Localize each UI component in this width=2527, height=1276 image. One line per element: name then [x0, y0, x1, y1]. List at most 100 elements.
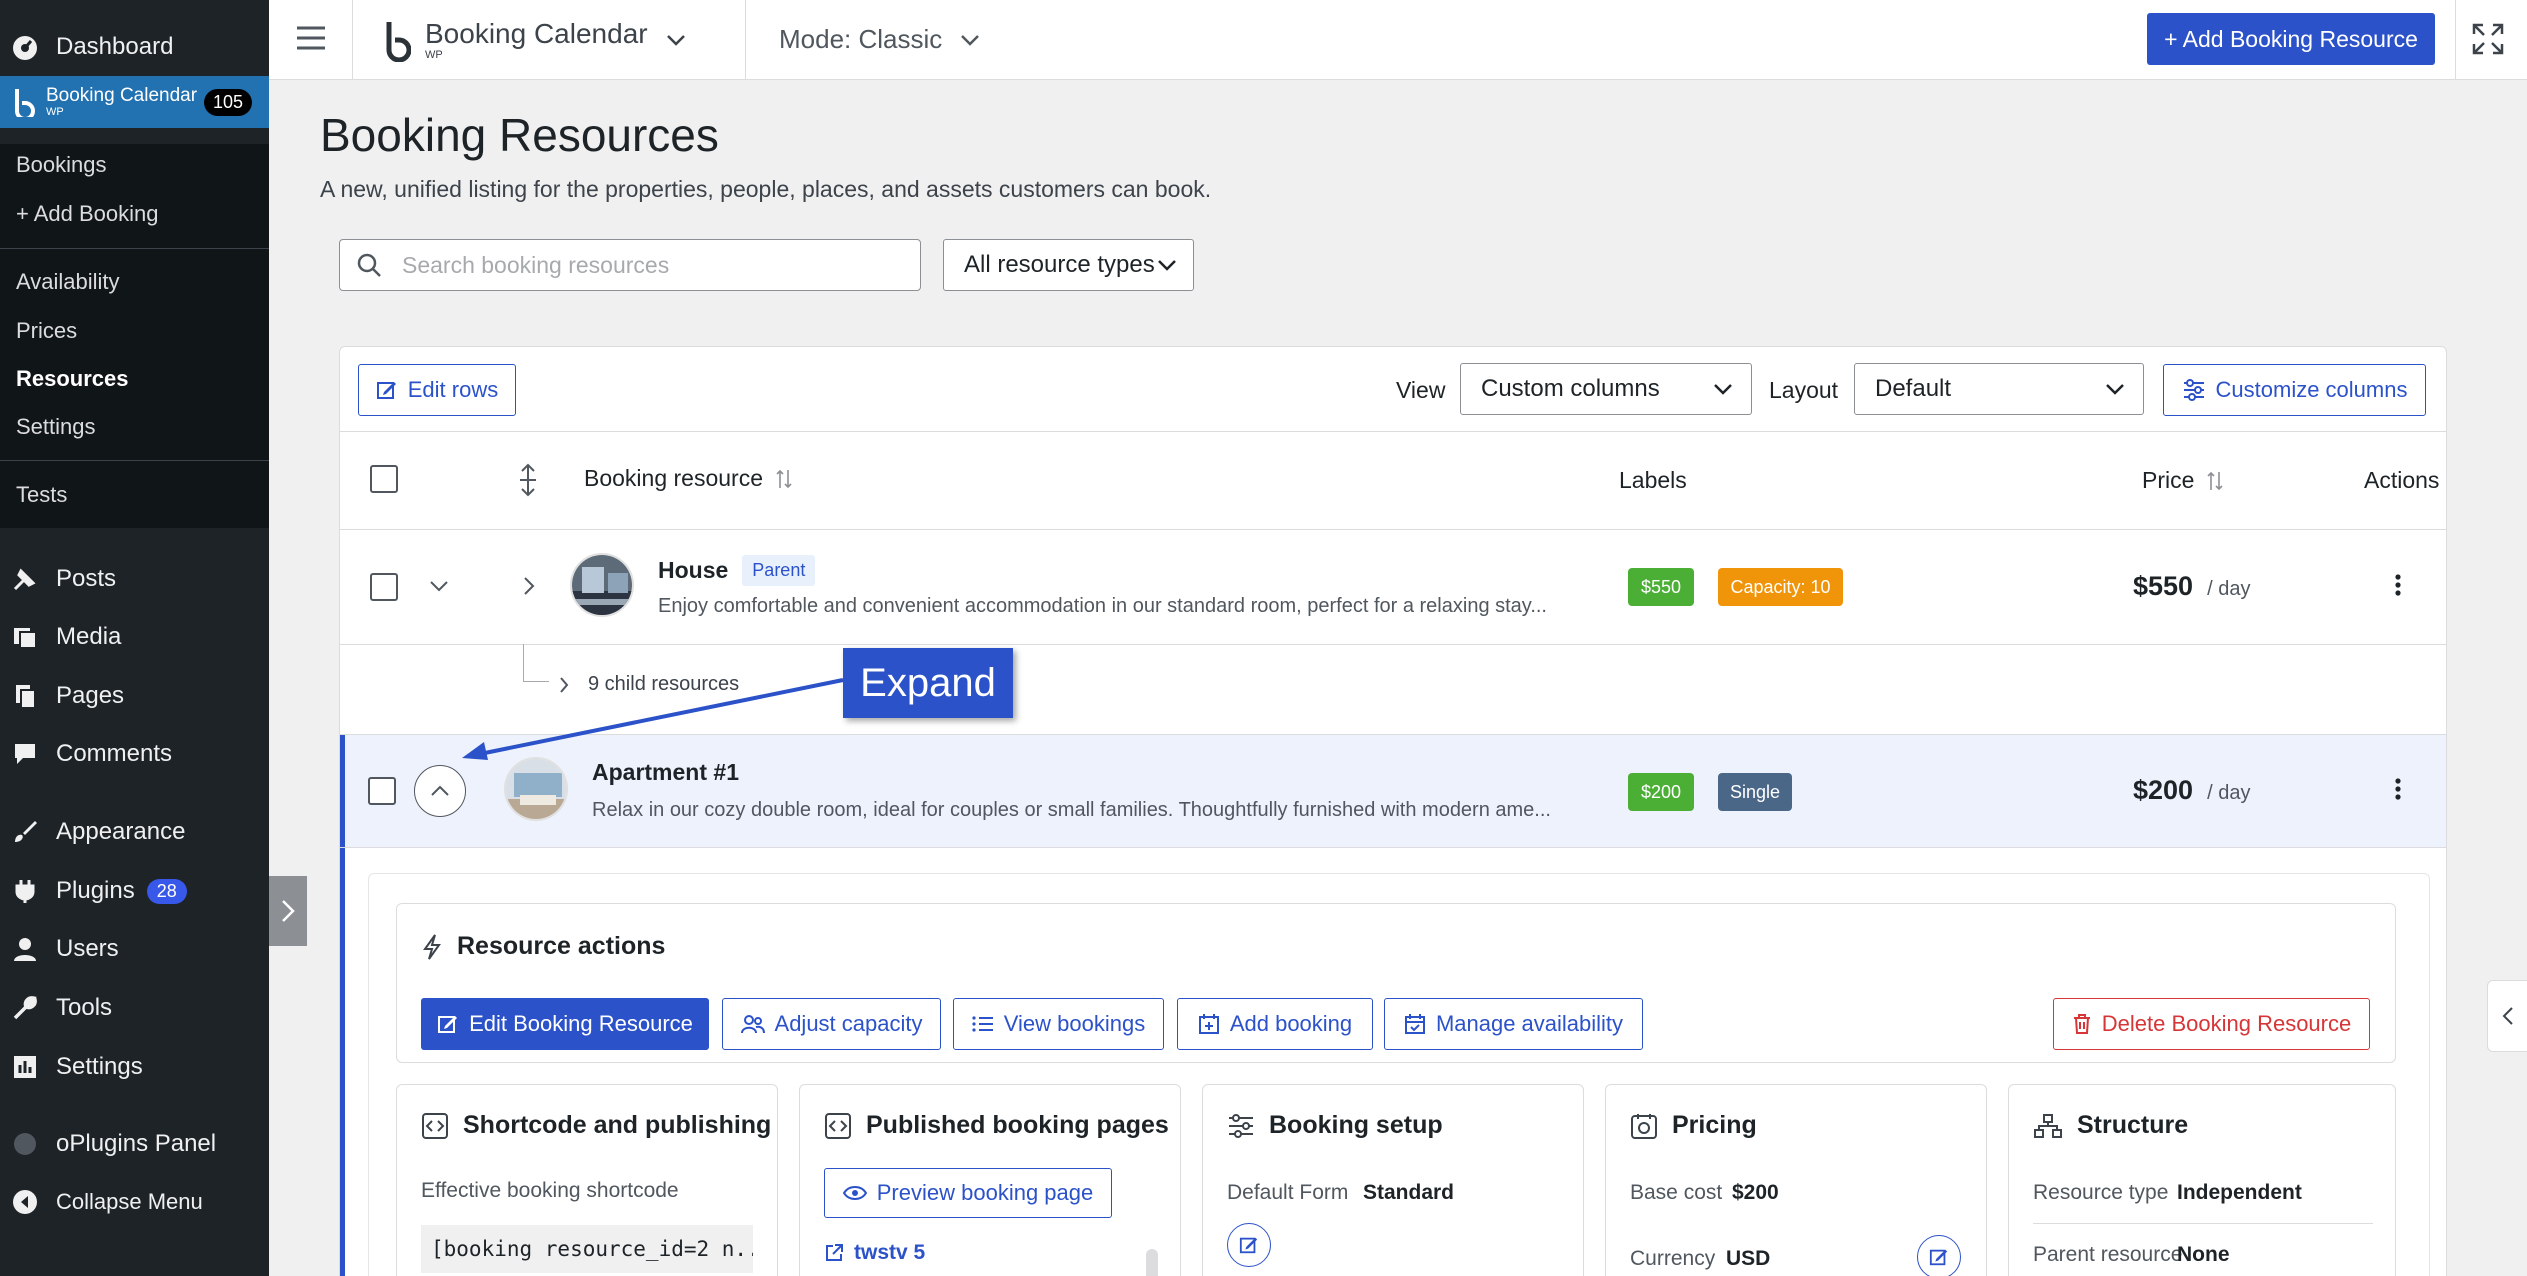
plugins-update-badge: 28 [146, 878, 187, 904]
sidebar-item-comments[interactable]: Comments [0, 731, 269, 777]
edit-icon [438, 1016, 458, 1033]
sidebar-item-posts[interactable]: Posts [0, 556, 269, 602]
page-subtitle: A new, unified listing for the propertie… [320, 176, 1212, 202]
base-cost-value: $200 [1732, 1181, 1779, 1204]
sidebar-item-media[interactable]: Media [0, 614, 269, 660]
calendar-plus-icon [1198, 1014, 1219, 1034]
sort-icon [2207, 471, 2223, 490]
chevron-down-icon [1714, 384, 1732, 395]
view-select[interactable]: Custom columns [1460, 363, 1752, 415]
add-booking-button[interactable]: Add booking [1177, 998, 1373, 1050]
preview-booking-page-button[interactable]: Preview booking page [824, 1168, 1112, 1218]
delete-booking-resource-button[interactable]: Delete Booking Resource [2053, 998, 2370, 1050]
sidebar-item-tools[interactable]: Tools [0, 985, 269, 1031]
eye-icon [842, 1186, 867, 1200]
resources-panel: Edit rows View Custom columns Layout Def… [339, 346, 2447, 1276]
price-tag-icon [1631, 1113, 1657, 1139]
sidebar-item-oplugins-panel[interactable]: oPlugins Panel [0, 1121, 269, 1167]
edit-pricing-button[interactable] [1917, 1235, 1961, 1276]
mode-switcher[interactable]: Mode: Classic [779, 24, 980, 55]
published-page-link[interactable]: twstv 5 [824, 1241, 925, 1265]
pricing-card: Pricing Base cost $200 Currency USD [1605, 1084, 1987, 1276]
structure-card: Structure Resource type Independent Pare… [2008, 1084, 2396, 1276]
media-icon [10, 622, 40, 652]
add-booking-resource-button[interactable]: + Add Booking Resource [2147, 13, 2435, 65]
booking-setup-card: Booking setup Default Form Standard [1202, 1084, 1584, 1276]
row-checkbox[interactable] [370, 573, 398, 601]
column-header-price[interactable]: Price [2142, 467, 2224, 494]
calendar-check-icon [1404, 1014, 1425, 1034]
price-value: $200 [2133, 775, 2194, 805]
sliders-icon [2183, 379, 2204, 401]
customize-columns-button[interactable]: Customize columns [2163, 364, 2426, 416]
submenu-resources[interactable]: Resources [16, 366, 129, 392]
sidebar-expand-toggle[interactable] [269, 876, 307, 946]
adjust-capacity-button[interactable]: Adjust capacity [722, 998, 941, 1050]
resource-name[interactable]: House [658, 557, 728, 584]
chevron-down-icon [961, 34, 980, 46]
sidebar-item-appearance[interactable]: Appearance [0, 809, 269, 855]
column-header-actions: Actions [2364, 467, 2440, 493]
sidebar-item-plugins[interactable]: Plugins 28 [0, 868, 269, 914]
sidebar-item-pages[interactable]: Pages [0, 673, 269, 719]
expand-all-icon[interactable] [516, 463, 540, 497]
chevron-down-icon[interactable] [428, 579, 450, 593]
submenu-availability[interactable]: Availability [16, 269, 120, 295]
submenu-settings[interactable]: Settings [16, 414, 96, 440]
row-checkbox[interactable] [368, 777, 396, 805]
sidebar-item-users[interactable]: Users [0, 926, 269, 972]
layout-label: Layout [1769, 377, 1839, 403]
kebab-menu-icon[interactable] [2394, 777, 2402, 801]
shortcode-value[interactable]: [booking resource_id=2 n... [421, 1225, 753, 1273]
resource-type-value: Independent [2177, 1181, 2302, 1204]
plugin-icon [10, 876, 40, 906]
resource-actions-card: Resource actions Edit Booking Resource A… [396, 903, 2396, 1063]
resource-actions-title: Resource actions [421, 932, 665, 961]
app-switcher[interactable]: Booking Calendar WP [381, 18, 686, 62]
scrollbar[interactable] [1146, 1249, 1158, 1276]
search-icon [357, 253, 381, 277]
manage-availability-button[interactable]: Manage availability [1384, 998, 1643, 1050]
booking-count-badge: 105 [204, 88, 253, 116]
select-all-checkbox[interactable] [370, 465, 398, 493]
trash-icon [2073, 1014, 2090, 1034]
edit-booking-resource-button[interactable]: Edit Booking Resource [421, 998, 709, 1050]
submenu-tests[interactable]: Tests [16, 482, 67, 508]
sidebar-item-booking-calendar[interactable]: Booking Calendar WP 105 [0, 76, 283, 128]
column-header-booking-resource[interactable]: Booking resource [584, 465, 793, 492]
sidebar-item-dashboard[interactable]: Dashboard [0, 24, 269, 70]
published-pages-card: Published booking pages Preview booking … [799, 1084, 1181, 1276]
edit-icon [1239, 1237, 1258, 1254]
top-bar: Booking Calendar WP Mode: Classic + Add … [269, 0, 2527, 80]
pin-icon [10, 564, 40, 594]
kebab-menu-icon[interactable] [2394, 573, 2402, 597]
side-panel-toggle[interactable] [2487, 980, 2527, 1052]
chevron-right-icon[interactable] [522, 575, 536, 597]
submenu-bookings[interactable]: Bookings [16, 152, 107, 178]
list-icon [972, 1016, 993, 1032]
currency-value: USD [1726, 1247, 1771, 1270]
edit-form-button[interactable] [1227, 1223, 1271, 1267]
resource-description: Relax in our cozy double room, ideal for… [592, 799, 1551, 821]
wrench-icon [10, 993, 40, 1023]
submenu-add-booking[interactable]: + Add Booking [16, 201, 159, 227]
chevron-right-icon [282, 900, 295, 922]
users-icon [740, 1015, 765, 1034]
price-label: $550 [1628, 568, 1694, 606]
submenu-prices[interactable]: Prices [16, 318, 77, 344]
layout-select[interactable]: Default [1854, 363, 2144, 415]
hamburger-menu-icon[interactable] [295, 24, 327, 52]
circle-icon [10, 1129, 40, 1159]
search-input[interactable]: Search booking resources [339, 239, 921, 291]
admin-sidebar: Dashboard Booking Calendar WP 105 Bookin… [0, 0, 283, 1276]
chevron-left-icon [2502, 1007, 2513, 1025]
view-bookings-button[interactable]: View bookings [953, 998, 1164, 1050]
fullscreen-icon[interactable] [2471, 22, 2505, 56]
page-title: Booking Resources [320, 109, 719, 161]
edit-rows-button[interactable]: Edit rows [358, 364, 516, 416]
resource-type-filter[interactable]: All resource types [943, 239, 1194, 291]
sidebar-item-settings[interactable]: Settings [0, 1044, 269, 1090]
dashboard-icon [10, 32, 40, 62]
chevron-down-icon [666, 35, 685, 46]
sidebar-collapse-menu[interactable]: Collapse Menu [0, 1179, 269, 1225]
